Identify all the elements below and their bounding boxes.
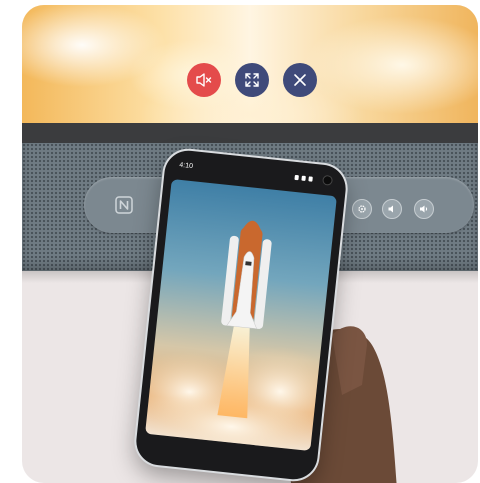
- nfc-icon: [115, 196, 133, 214]
- soundbar-volume-up-button[interactable]: [414, 199, 434, 219]
- phone-screen-rocket-launch: [145, 179, 337, 451]
- status-time: 4:10: [178, 161, 194, 171]
- product-image-card: 4:10: [22, 5, 478, 483]
- tv-screen: [22, 5, 478, 123]
- settings-icon: [358, 205, 366, 213]
- status-icons: [294, 174, 313, 182]
- front-camera: [322, 174, 334, 186]
- close-button[interactable]: [283, 63, 317, 97]
- expand-icon: [245, 73, 259, 87]
- smartphone: 4:10: [133, 148, 349, 482]
- close-icon: [294, 74, 306, 86]
- soundbar-settings-button[interactable]: [352, 199, 372, 219]
- rocket-launch-illustration: [145, 220, 337, 451]
- tv-bezel: [22, 123, 478, 143]
- volume-up-icon: [420, 205, 428, 213]
- mute-button[interactable]: [187, 63, 221, 97]
- fullscreen-button[interactable]: [235, 63, 269, 97]
- soundbar-volume-down-button[interactable]: [382, 199, 402, 219]
- volume-down-icon: [388, 205, 393, 213]
- speaker-mute-icon: [196, 73, 212, 87]
